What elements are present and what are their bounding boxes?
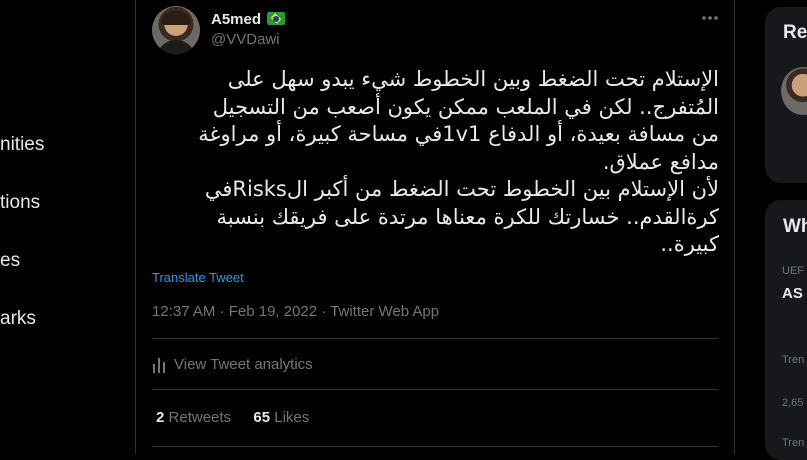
divider (152, 389, 718, 390)
likes-label: Likes (274, 409, 310, 426)
tweet-text-line: المُتفرج.. لكن في الملعب ممكن يكون أصعب … (212, 94, 719, 119)
view-analytics-link[interactable]: View Tweet analytics (152, 356, 313, 373)
divider (152, 338, 718, 339)
tweet-text-line: لأن الإستلام بين الخطوط تحت الضغط من أكب… (204, 177, 719, 201)
sidebar-item-bookmarks[interactable]: arks (0, 308, 36, 330)
sidebar-item-label: arks (0, 308, 36, 329)
relevant-people-title: Re (783, 22, 807, 43)
trend-name[interactable]: AS (782, 285, 803, 302)
tweet-text-line: كرةالقدم.. خسارتك للكرة معناها مرتدة على… (216, 204, 719, 229)
likes-count: 65 (253, 409, 271, 426)
tweet-timestamp[interactable]: 12:37 AM · Feb 19, 2022 · Twitter Web Ap… (152, 303, 439, 320)
tweet-text-line: الإستلام تحت الضغط وبين الخطوط شيء يبدو … (227, 67, 719, 91)
tweet-stats: 2 Retweets 65 Likes (156, 409, 309, 426)
retweets-link[interactable]: 2 Retweets (156, 409, 231, 426)
tweet-text-line: كبيرة.. (660, 232, 719, 256)
more-options-icon[interactable] (700, 8, 720, 28)
column-divider (135, 0, 136, 454)
retweets-count: 2 (156, 409, 165, 426)
trend-label: Tren (782, 437, 805, 449)
trend-label: Tren (782, 354, 805, 366)
sidebar-item-messages[interactable]: es (0, 250, 20, 272)
translate-tweet-link[interactable]: Translate Tweet (152, 270, 244, 285)
retweets-label: Retweets (168, 409, 232, 426)
analytics-label: View Tweet analytics (174, 356, 313, 373)
author-display-name[interactable]: A5med (211, 11, 261, 28)
brazil-flag-icon (267, 12, 285, 25)
likes-link[interactable]: 65 Likes (253, 409, 309, 426)
column-divider (734, 0, 735, 454)
whats-happening-title: Wh (783, 216, 807, 237)
sidebar-item-label: nities (0, 134, 45, 155)
sidebar-item-label: tions (0, 192, 41, 213)
sidebar-item-communities[interactable]: nities (0, 134, 44, 156)
trend-count: 2,65 (782, 397, 804, 409)
whats-happening-panel (765, 200, 807, 460)
tweet-text-line: من مسافة بعيدة، أو الدفاع 1v1في مساحة كب… (198, 122, 719, 146)
analytics-icon (152, 357, 166, 373)
avatar[interactable] (152, 6, 200, 54)
sidebar-item-label: es (0, 250, 21, 271)
author-handle[interactable]: @VVDawi (211, 31, 280, 48)
sidebar-item-notifications[interactable]: tions (0, 192, 40, 214)
tweet-text: الإستلام تحت الضغط وبين الخطوط شيء يبدو … (152, 66, 719, 259)
trend-category: UEF (782, 265, 804, 277)
tweet-text-line: مدافع عملاق. (602, 149, 719, 174)
divider (152, 446, 718, 447)
